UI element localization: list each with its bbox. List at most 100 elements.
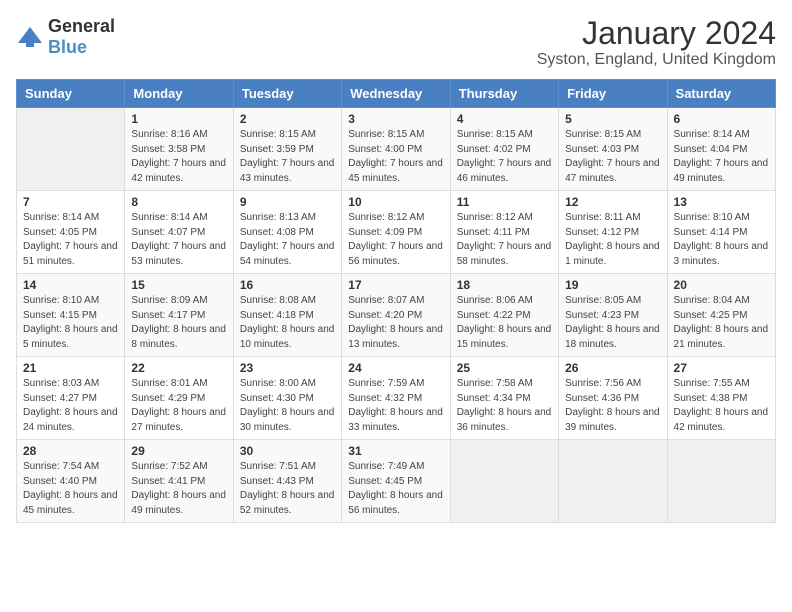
calendar-cell: 18 Sunrise: 8:06 AMSunset: 4:22 PMDaylig… xyxy=(450,274,558,357)
day-detail: Sunrise: 8:15 AMSunset: 4:03 PMDaylight:… xyxy=(565,128,660,186)
day-detail: Sunrise: 8:12 AMSunset: 4:09 PMDaylight:… xyxy=(348,211,443,269)
day-detail: Sunrise: 7:59 AMSunset: 4:32 PMDaylight:… xyxy=(348,377,443,435)
calendar-header: SundayMondayTuesdayWednesdayThursdayFrid… xyxy=(17,80,776,108)
day-detail: Sunrise: 8:09 AMSunset: 4:17 PMDaylight:… xyxy=(131,294,226,352)
day-number: 30 xyxy=(240,444,335,458)
day-detail: Sunrise: 8:14 AMSunset: 4:07 PMDaylight:… xyxy=(131,211,226,269)
calendar-cell: 30 Sunrise: 7:51 AMSunset: 4:43 PMDaylig… xyxy=(233,440,341,523)
day-detail: Sunrise: 8:14 AMSunset: 4:05 PMDaylight:… xyxy=(23,211,118,269)
day-number: 8 xyxy=(131,195,226,209)
calendar-cell xyxy=(667,440,775,523)
day-detail: Sunrise: 8:15 AMSunset: 4:02 PMDaylight:… xyxy=(457,128,552,186)
day-number: 28 xyxy=(23,444,118,458)
calendar-cell: 3 Sunrise: 8:15 AMSunset: 4:00 PMDayligh… xyxy=(342,108,450,191)
calendar-cell: 7 Sunrise: 8:14 AMSunset: 4:05 PMDayligh… xyxy=(17,191,125,274)
calendar-body: 1 Sunrise: 8:16 AMSunset: 3:58 PMDayligh… xyxy=(17,108,776,523)
calendar-cell: 1 Sunrise: 8:16 AMSunset: 3:58 PMDayligh… xyxy=(125,108,233,191)
logo: General Blue xyxy=(16,16,115,58)
calendar-cell: 13 Sunrise: 8:10 AMSunset: 4:14 PMDaylig… xyxy=(667,191,775,274)
day-detail: Sunrise: 8:12 AMSunset: 4:11 PMDaylight:… xyxy=(457,211,552,269)
day-detail: Sunrise: 8:07 AMSunset: 4:20 PMDaylight:… xyxy=(348,294,443,352)
weekday-header-friday: Friday xyxy=(559,80,667,108)
day-detail: Sunrise: 8:10 AMSunset: 4:14 PMDaylight:… xyxy=(674,211,769,269)
header: General Blue January 2024 Syston, Englan… xyxy=(16,16,776,69)
day-number: 18 xyxy=(457,278,552,292)
calendar-cell: 8 Sunrise: 8:14 AMSunset: 4:07 PMDayligh… xyxy=(125,191,233,274)
day-number: 1 xyxy=(131,112,226,126)
calendar-cell: 27 Sunrise: 7:55 AMSunset: 4:38 PMDaylig… xyxy=(667,357,775,440)
day-number: 12 xyxy=(565,195,660,209)
day-detail: Sunrise: 7:56 AMSunset: 4:36 PMDaylight:… xyxy=(565,377,660,435)
calendar-cell: 11 Sunrise: 8:12 AMSunset: 4:11 PMDaylig… xyxy=(450,191,558,274)
calendar-cell: 29 Sunrise: 7:52 AMSunset: 4:41 PMDaylig… xyxy=(125,440,233,523)
day-detail: Sunrise: 7:55 AMSunset: 4:38 PMDaylight:… xyxy=(674,377,769,435)
day-detail: Sunrise: 8:16 AMSunset: 3:58 PMDaylight:… xyxy=(131,128,226,186)
day-number: 16 xyxy=(240,278,335,292)
day-number: 23 xyxy=(240,361,335,375)
day-detail: Sunrise: 8:11 AMSunset: 4:12 PMDaylight:… xyxy=(565,211,660,269)
day-detail: Sunrise: 7:52 AMSunset: 4:41 PMDaylight:… xyxy=(131,460,226,518)
day-number: 24 xyxy=(348,361,443,375)
calendar-cell: 6 Sunrise: 8:14 AMSunset: 4:04 PMDayligh… xyxy=(667,108,775,191)
day-detail: Sunrise: 8:03 AMSunset: 4:27 PMDaylight:… xyxy=(23,377,118,435)
calendar-cell: 9 Sunrise: 8:13 AMSunset: 4:08 PMDayligh… xyxy=(233,191,341,274)
weekday-header-wednesday: Wednesday xyxy=(342,80,450,108)
logo-icon xyxy=(16,23,44,51)
day-detail: Sunrise: 7:58 AMSunset: 4:34 PMDaylight:… xyxy=(457,377,552,435)
day-detail: Sunrise: 8:15 AMSunset: 4:00 PMDaylight:… xyxy=(348,128,443,186)
subtitle: Syston, England, United Kingdom xyxy=(537,51,776,69)
day-number: 13 xyxy=(674,195,769,209)
calendar-cell xyxy=(17,108,125,191)
calendar-cell: 24 Sunrise: 7:59 AMSunset: 4:32 PMDaylig… xyxy=(342,357,450,440)
day-number: 31 xyxy=(348,444,443,458)
day-number: 9 xyxy=(240,195,335,209)
calendar-cell: 17 Sunrise: 8:07 AMSunset: 4:20 PMDaylig… xyxy=(342,274,450,357)
day-number: 6 xyxy=(674,112,769,126)
day-detail: Sunrise: 7:49 AMSunset: 4:45 PMDaylight:… xyxy=(348,460,443,518)
calendar-cell: 5 Sunrise: 8:15 AMSunset: 4:03 PMDayligh… xyxy=(559,108,667,191)
day-detail: Sunrise: 8:08 AMSunset: 4:18 PMDaylight:… xyxy=(240,294,335,352)
day-detail: Sunrise: 8:14 AMSunset: 4:04 PMDaylight:… xyxy=(674,128,769,186)
day-number: 3 xyxy=(348,112,443,126)
day-detail: Sunrise: 8:00 AMSunset: 4:30 PMDaylight:… xyxy=(240,377,335,435)
day-number: 15 xyxy=(131,278,226,292)
calendar-cell: 10 Sunrise: 8:12 AMSunset: 4:09 PMDaylig… xyxy=(342,191,450,274)
day-number: 25 xyxy=(457,361,552,375)
day-number: 21 xyxy=(23,361,118,375)
calendar-cell: 31 Sunrise: 7:49 AMSunset: 4:45 PMDaylig… xyxy=(342,440,450,523)
logo-text: General Blue xyxy=(48,16,115,58)
calendar-week-3: 21 Sunrise: 8:03 AMSunset: 4:27 PMDaylig… xyxy=(17,357,776,440)
day-number: 27 xyxy=(674,361,769,375)
calendar-table: SundayMondayTuesdayWednesdayThursdayFrid… xyxy=(16,79,776,523)
calendar-week-1: 7 Sunrise: 8:14 AMSunset: 4:05 PMDayligh… xyxy=(17,191,776,274)
logo-blue: Blue xyxy=(48,37,87,57)
day-number: 29 xyxy=(131,444,226,458)
calendar-cell: 25 Sunrise: 7:58 AMSunset: 4:34 PMDaylig… xyxy=(450,357,558,440)
day-number: 5 xyxy=(565,112,660,126)
day-detail: Sunrise: 8:04 AMSunset: 4:25 PMDaylight:… xyxy=(674,294,769,352)
day-number: 20 xyxy=(674,278,769,292)
calendar-cell: 4 Sunrise: 8:15 AMSunset: 4:02 PMDayligh… xyxy=(450,108,558,191)
day-detail: Sunrise: 8:01 AMSunset: 4:29 PMDaylight:… xyxy=(131,377,226,435)
calendar-cell: 26 Sunrise: 7:56 AMSunset: 4:36 PMDaylig… xyxy=(559,357,667,440)
day-number: 11 xyxy=(457,195,552,209)
calendar-cell xyxy=(559,440,667,523)
day-number: 10 xyxy=(348,195,443,209)
day-detail: Sunrise: 8:05 AMSunset: 4:23 PMDaylight:… xyxy=(565,294,660,352)
calendar-cell xyxy=(450,440,558,523)
calendar-cell: 20 Sunrise: 8:04 AMSunset: 4:25 PMDaylig… xyxy=(667,274,775,357)
day-number: 22 xyxy=(131,361,226,375)
day-number: 19 xyxy=(565,278,660,292)
title-area: January 2024 Syston, England, United Kin… xyxy=(537,16,776,69)
weekday-header-monday: Monday xyxy=(125,80,233,108)
main-title: January 2024 xyxy=(537,16,776,51)
calendar-cell: 21 Sunrise: 8:03 AMSunset: 4:27 PMDaylig… xyxy=(17,357,125,440)
calendar-cell: 2 Sunrise: 8:15 AMSunset: 3:59 PMDayligh… xyxy=(233,108,341,191)
day-number: 17 xyxy=(348,278,443,292)
calendar-cell: 28 Sunrise: 7:54 AMSunset: 4:40 PMDaylig… xyxy=(17,440,125,523)
calendar-cell: 22 Sunrise: 8:01 AMSunset: 4:29 PMDaylig… xyxy=(125,357,233,440)
calendar-cell: 23 Sunrise: 8:00 AMSunset: 4:30 PMDaylig… xyxy=(233,357,341,440)
calendar-cell: 19 Sunrise: 8:05 AMSunset: 4:23 PMDaylig… xyxy=(559,274,667,357)
day-detail: Sunrise: 8:15 AMSunset: 3:59 PMDaylight:… xyxy=(240,128,335,186)
weekday-header-thursday: Thursday xyxy=(450,80,558,108)
